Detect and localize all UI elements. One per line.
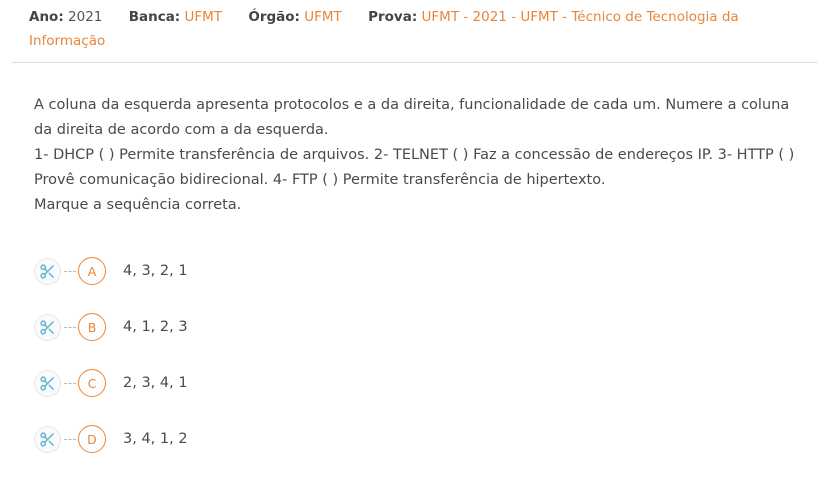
connector-line [64,270,76,272]
ano-value: 2021 [68,9,103,25]
alternative-text[interactable]: 3, 4, 1, 2 [123,431,188,447]
scissors-icon[interactable] [34,313,61,341]
question-line: Marque a sequência correta. [34,197,242,213]
prova-label: Prova: [368,9,418,25]
letter-badge[interactable]: D [78,425,106,453]
scissors-icon[interactable] [34,425,61,453]
alternative-text[interactable]: 4, 1, 2, 3 [123,319,188,335]
connector-line [64,382,76,384]
banca-label: Banca: [128,9,181,25]
scissors-icon[interactable] [34,369,61,397]
letter-badge[interactable]: A [78,257,106,285]
alternative-b[interactable]: B 4, 1, 2, 3 [34,313,188,341]
alternative-c[interactable]: C 2, 3, 4, 1 [34,369,188,397]
question-meta: Ano: 2021 Banca: UFMT Órgão: UFMT Prova:… [29,5,789,53]
connector-line [64,438,76,440]
letter-badge[interactable]: C [78,369,106,397]
connector-line [64,326,76,328]
question-line: 1- DHCP ( ) Permite transferência de arq… [34,147,795,188]
alternative-a[interactable]: A 4, 3, 2, 1 [34,257,188,285]
question-line: A coluna da esquerda apresenta protocolo… [34,97,790,138]
banca-link[interactable]: UFMT [185,9,223,25]
ano-label: Ano: [29,9,64,25]
divider [12,62,818,63]
alternative-text[interactable]: 2, 3, 4, 1 [123,375,188,391]
alternative-d[interactable]: D 3, 4, 1, 2 [34,425,188,453]
scissors-icon[interactable] [34,257,61,285]
orgao-label: Órgão: [248,9,300,25]
alternative-text[interactable]: 4, 3, 2, 1 [123,263,188,279]
letter-badge[interactable]: B [78,313,106,341]
question-statement: A coluna da esquerda apresenta protocolo… [34,93,804,218]
orgao-link[interactable]: UFMT [304,9,342,25]
